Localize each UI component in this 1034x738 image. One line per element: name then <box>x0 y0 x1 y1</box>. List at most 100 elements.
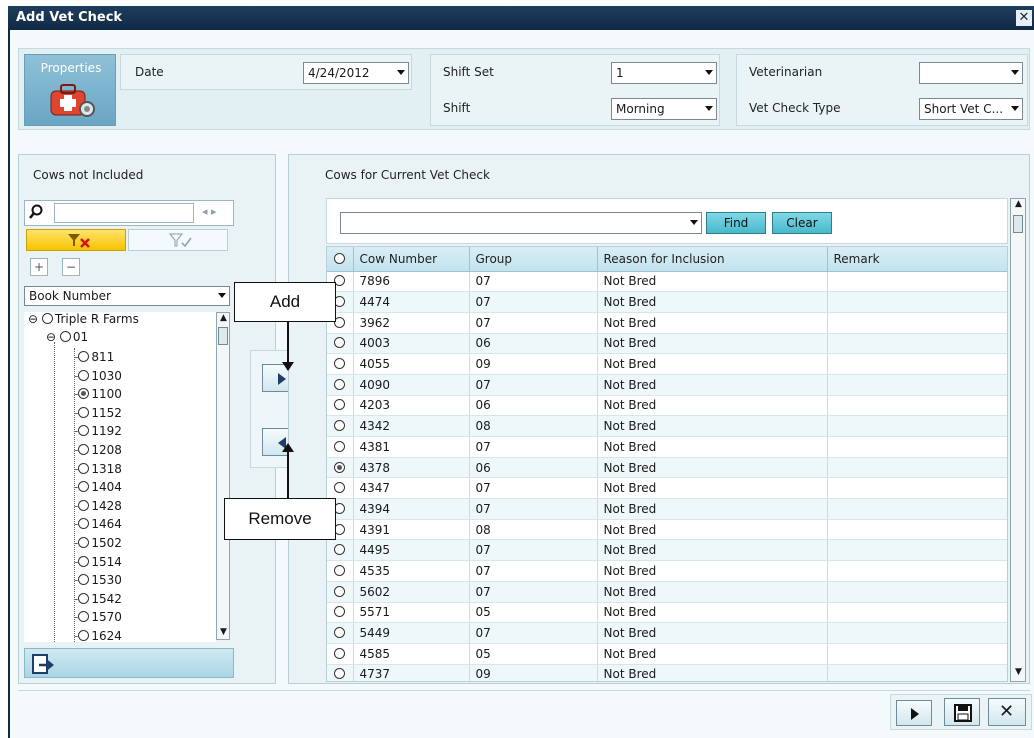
search-nav-arrows-icon[interactable]: ◂ ▸ <box>202 205 217 218</box>
close-window-icon[interactable]: ✕ <box>1016 10 1032 26</box>
cow-radio[interactable] <box>78 574 90 586</box>
export-icon[interactable] <box>31 653 55 675</box>
row-radio[interactable] <box>334 564 345 576</box>
search-input[interactable] <box>54 203 194 223</box>
save-button[interactable] <box>944 698 980 726</box>
remark-cell[interactable] <box>827 436 1007 458</box>
row-select-cell[interactable] <box>327 353 354 375</box>
shift-dropdown[interactable]: Morning <box>611 98 717 120</box>
cow-radio[interactable] <box>78 351 90 362</box>
remark-cell[interactable] <box>827 374 1007 396</box>
column-header-remark[interactable]: Remark <box>827 247 1007 272</box>
row-select-cell[interactable] <box>327 374 354 396</box>
row-radio[interactable] <box>334 358 345 370</box>
tree-cow-node[interactable]: -1514 <box>74 555 122 569</box>
row-select-cell[interactable] <box>327 436 354 458</box>
table-row[interactable]: 4381 07 Not Bred <box>327 436 1007 458</box>
cow-radio[interactable] <box>78 481 90 493</box>
row-radio[interactable] <box>334 668 345 680</box>
remark-cell[interactable] <box>827 519 1007 541</box>
table-row[interactable]: 4391 08 Not Bred <box>327 519 1007 541</box>
next-button[interactable] <box>896 700 932 726</box>
tree-group-radio[interactable] <box>59 331 71 342</box>
select-all-radio[interactable] <box>334 252 345 264</box>
cow-radio[interactable] <box>78 630 90 641</box>
remark-cell[interactable] <box>827 477 1007 500</box>
table-row[interactable]: 4203 06 Not Bred <box>327 395 1007 417</box>
tree-cow-node[interactable]: -1100 <box>74 387 122 401</box>
table-row[interactable]: 4378 06 Not Bred <box>327 457 1007 479</box>
row-select-cell[interactable] <box>327 664 354 681</box>
table-row[interactable]: 4474 07 Not Bred <box>327 291 1007 313</box>
table-row[interactable]: 4347 07 Not Bred <box>327 477 1007 500</box>
row-radio[interactable] <box>334 337 345 349</box>
row-select-cell[interactable] <box>327 643 354 665</box>
remark-cell[interactable] <box>827 622 1007 644</box>
cow-radio[interactable] <box>78 369 90 381</box>
row-select-cell[interactable] <box>327 395 354 417</box>
cow-radio[interactable] <box>78 592 90 604</box>
grid-scroll-thumb[interactable] <box>1013 215 1023 233</box>
row-radio[interactable] <box>334 482 345 494</box>
remark-cell[interactable] <box>827 353 1007 375</box>
row-radio[interactable] <box>334 440 345 452</box>
find-button[interactable]: Find <box>706 212 766 234</box>
cow-radio[interactable] <box>78 555 90 567</box>
row-select-cell[interactable] <box>327 622 354 644</box>
row-select-cell[interactable] <box>327 415 354 437</box>
properties-tile[interactable]: Properties <box>24 54 116 126</box>
row-radio[interactable] <box>334 544 345 556</box>
tree-cow-node[interactable]: -1208 <box>74 443 122 457</box>
remark-cell[interactable] <box>827 602 1007 624</box>
remark-cell[interactable] <box>827 271 1007 293</box>
grid-scrollbar[interactable]: ▲ ▼ <box>1010 198 1026 682</box>
remark-cell[interactable] <box>827 664 1007 681</box>
clear-button[interactable]: Clear <box>772 212 832 234</box>
cow-radio[interactable] <box>78 518 90 530</box>
remark-cell[interactable] <box>827 498 1007 520</box>
remark-cell[interactable] <box>827 581 1007 603</box>
table-row[interactable]: 4003 06 Not Bred <box>327 333 1007 355</box>
table-row[interactable]: 4342 08 Not Bred <box>327 415 1007 437</box>
cow-radio[interactable] <box>78 537 90 548</box>
search-icon[interactable] <box>28 204 44 220</box>
row-select-cell[interactable] <box>327 539 354 562</box>
row-radio[interactable] <box>334 585 345 597</box>
remark-cell[interactable] <box>827 312 1007 334</box>
tree-cow-node[interactable]: -1502 <box>74 536 122 550</box>
remark-cell[interactable] <box>827 457 1007 479</box>
scroll-up-icon[interactable]: ▲ <box>1015 199 1022 209</box>
remark-cell[interactable] <box>827 291 1007 313</box>
scroll-down-icon[interactable]: ▼ <box>1015 667 1022 677</box>
veterinarian-dropdown[interactable] <box>919 62 1023 84</box>
row-select-cell[interactable] <box>327 457 354 479</box>
tree-cow-node[interactable]: -1318 <box>74 462 122 476</box>
tree-cow-node[interactable]: -1624 <box>74 629 122 642</box>
tree-cow-node[interactable]: -1192 <box>74 424 122 438</box>
sort-by-dropdown[interactable]: Book Number <box>24 286 230 306</box>
row-select-cell[interactable] <box>327 581 354 603</box>
scroll-down-icon[interactable]: ▼ <box>220 627 227 637</box>
tree-scroll-thumb[interactable] <box>218 327 228 345</box>
table-row[interactable]: 4737 09 Not Bred <box>327 664 1007 681</box>
row-select-cell[interactable] <box>327 560 354 582</box>
tree-cow-node[interactable]: -1404 <box>74 480 122 494</box>
vet-check-type-dropdown[interactable]: Short Vet C... <box>919 98 1023 120</box>
cow-radio[interactable] <box>78 406 90 418</box>
tree-cow-node[interactable]: -1570 <box>74 610 122 624</box>
row-select-cell[interactable] <box>327 333 354 355</box>
remark-cell[interactable] <box>827 643 1007 665</box>
table-row[interactable]: 5449 07 Not Bred <box>327 622 1007 644</box>
tree-cow-node[interactable]: -1152 <box>74 406 122 420</box>
column-header-cow-number[interactable]: Cow Number <box>353 247 470 272</box>
tree-group-node[interactable]: ⊖ 01 <box>46 330 88 344</box>
row-radio[interactable] <box>334 647 345 659</box>
tree-scrollbar[interactable]: ▲ ▼ <box>216 312 230 640</box>
row-radio[interactable] <box>334 420 345 432</box>
column-header-group[interactable]: Group <box>469 247 598 272</box>
tree-cow-node[interactable]: -1428 <box>74 499 122 513</box>
grid-filter-dropdown[interactable] <box>340 212 702 234</box>
remark-cell[interactable] <box>827 333 1007 355</box>
tree-cow-node[interactable]: -1030 <box>74 369 122 383</box>
row-select-cell[interactable] <box>327 602 354 624</box>
